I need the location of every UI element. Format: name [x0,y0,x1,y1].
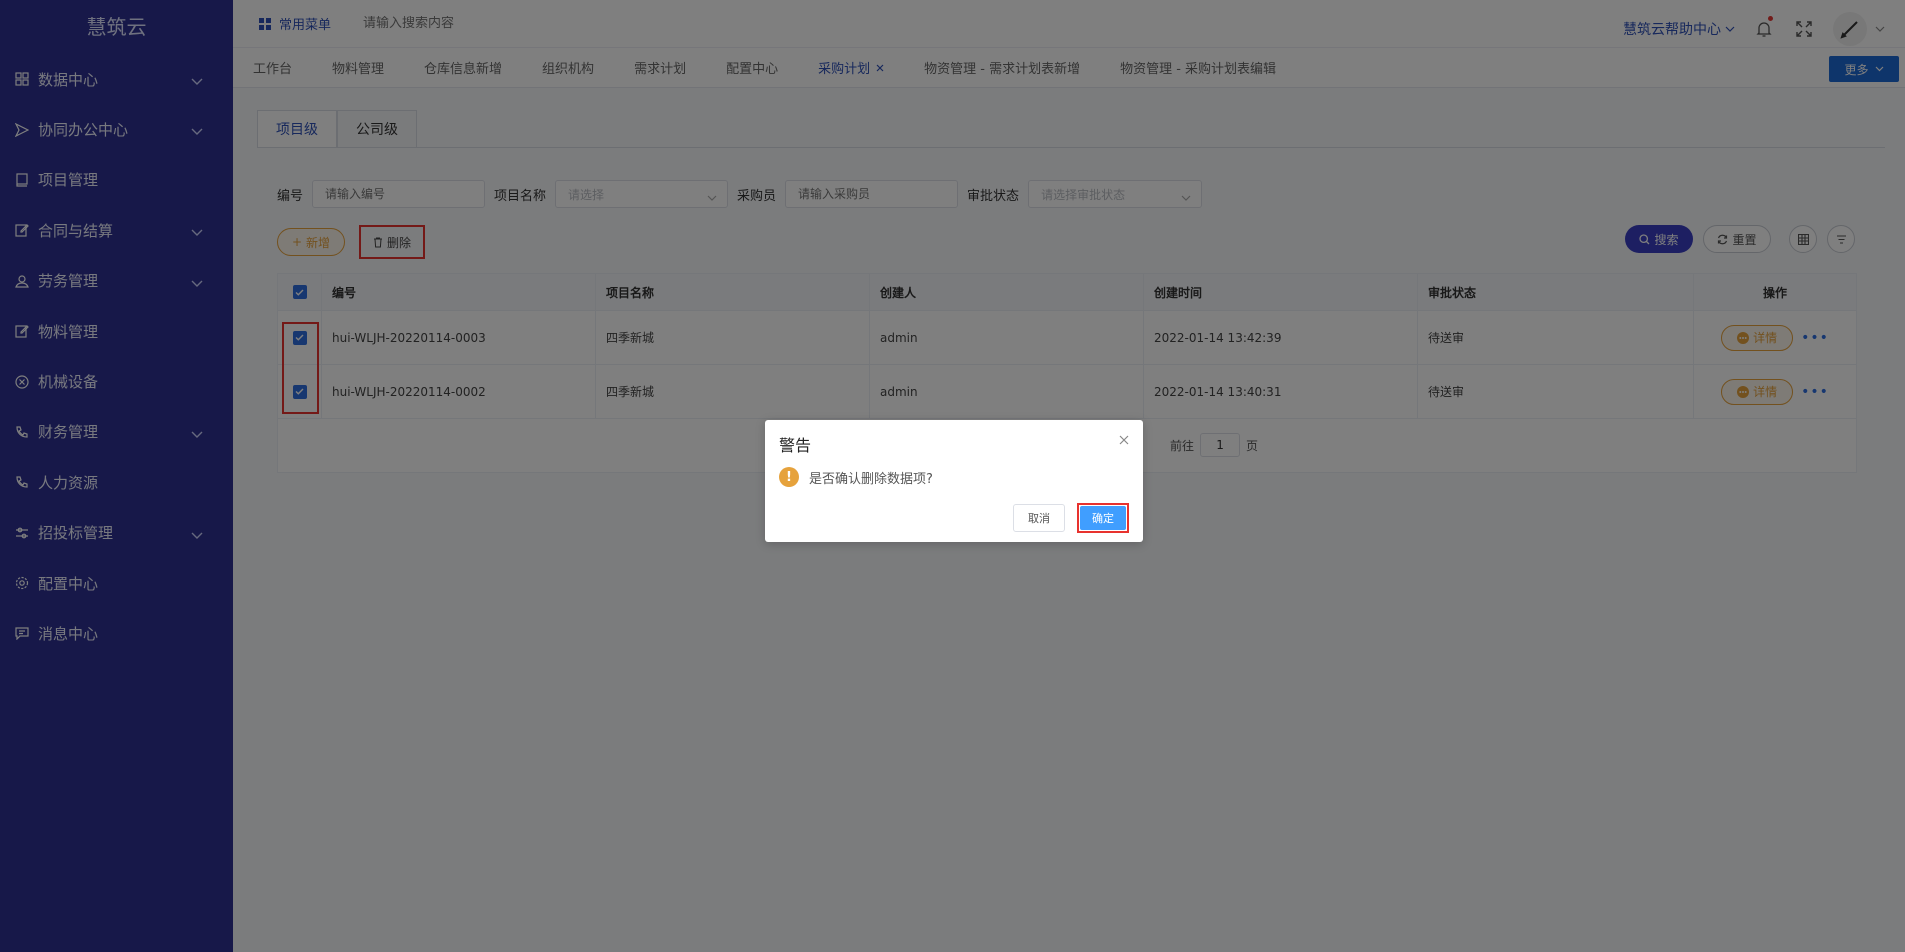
confirm-button-highlight: 确定 [1077,503,1129,533]
confirm-dialog: 警告 ! 是否确认删除数据项? 取消 确定 [765,420,1143,542]
dialog-footer: 取消 确定 [1013,503,1129,533]
dialog-title: 警告 [779,436,812,455]
close-icon[interactable] [1119,434,1129,449]
cancel-button[interactable]: 取消 [1013,504,1065,532]
warning-icon: ! [779,467,799,487]
dialog-body: ! 是否确认删除数据项? [779,467,933,487]
confirm-button[interactable]: 确定 [1080,506,1126,530]
dialog-message: 是否确认删除数据项? [809,471,933,487]
